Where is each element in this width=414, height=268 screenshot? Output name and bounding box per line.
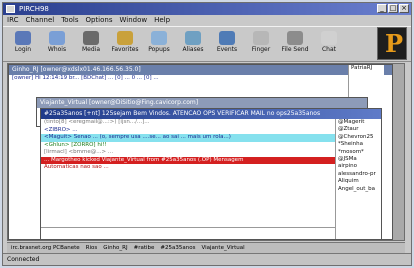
channel-title: #25a35anos [+nt] 125sejam Bem Vindos. AT… <box>41 109 381 119</box>
chat-label: Chat <box>321 46 337 53</box>
login-label: Login <box>14 46 32 53</box>
chat-line: <Maguit> Senao ... (o, sempre usa ....se… <box>41 134 335 142</box>
menu-item-window[interactable]: Window <box>119 15 147 26</box>
chat-line: Automaticas nao sao ... <box>44 164 109 170</box>
nick-list[interactable]: @Magerit @Ztaur @Chevron25 *Sheinha *mosom* @… <box>335 119 381 239</box>
brand-logo: P <box>377 27 407 60</box>
media-label: Media <box>81 46 101 53</box>
finger-label: Finger <box>251 46 271 53</box>
close-button[interactable]: × <box>399 4 409 13</box>
taskbar-tab[interactable]: Rios <box>86 243 98 253</box>
file-send-icon <box>287 31 303 45</box>
media-icon <box>83 31 99 45</box>
app-window: PIRCH98 _ □ × IRC Channel Tools Options Wind… <box>2 2 412 266</box>
window-title: PIRCH98 <box>19 5 49 13</box>
app-icon <box>6 5 15 13</box>
log-line: [owner] Hi 12:14:19 br... [BDChat] ... [… <box>12 75 159 81</box>
toolbar-button-login[interactable]: Login <box>9 29 37 61</box>
favorites-icon <box>117 31 133 45</box>
favorites-label: Favorites <box>111 46 139 53</box>
nick-item[interactable]: *mosom* <box>336 149 381 156</box>
finger-icon <box>253 31 269 45</box>
chat-input[interactable] <box>41 227 335 239</box>
status-bar: Connected <box>3 253 411 265</box>
menu-item-options[interactable]: Options <box>85 15 112 26</box>
side-list: PatriaRJ <box>348 65 384 97</box>
nick-item[interactable]: alessandro-pr <box>336 171 381 178</box>
toolbar: Login Whois Media Favorites Popups Aliases Eve… <box>3 26 411 62</box>
toolbar-button-whois[interactable]: Whois <box>43 29 71 61</box>
login-icon <box>15 31 31 45</box>
nick-item[interactable]: @Ztaur <box>336 126 381 133</box>
side-nick[interactable]: PatriaRJ <box>349 65 384 72</box>
taskbar-tab[interactable]: #25a35anos <box>160 243 195 253</box>
popups-label: Popups <box>148 46 170 53</box>
nick-item[interactable]: Aliquim <box>336 178 381 185</box>
events-icon <box>219 31 235 45</box>
file-send-label: File Send <box>281 46 309 53</box>
nick-item[interactable]: @Chevron25 <box>336 134 381 141</box>
toolbar-button-finger[interactable]: Finger <box>247 29 275 61</box>
nick-item[interactable]: @JSMa <box>336 156 381 163</box>
toolbar-button-popups[interactable]: Popups <box>145 29 173 61</box>
chat-line: <Ghlun> [ZORRO] hi!! <box>44 141 107 148</box>
minimize-button[interactable]: _ <box>377 4 387 13</box>
maximize-button[interactable]: □ <box>388 4 398 13</box>
taskbar-tab[interactable]: irc.brasnet.org PCBanete <box>11 243 80 253</box>
window-controls: _ □ × <box>377 4 409 13</box>
whois-icon <box>49 31 65 45</box>
chat-line: <ZIBRO> ... <box>44 126 78 133</box>
toolbar-button-events[interactable]: Events <box>213 29 241 61</box>
toolbar-button-favorites[interactable]: Favorites <box>111 29 139 61</box>
events-label: Events <box>216 46 238 53</box>
taskbar-tab[interactable]: Viajante_Virtual <box>201 243 244 253</box>
nick-item[interactable]: Angel_out_ba <box>336 186 381 193</box>
taskbar-tab[interactable]: #ratibe <box>134 243 155 253</box>
menu-item-channel[interactable]: Channel <box>25 15 54 26</box>
nick-item[interactable]: *Sheinha <box>336 141 381 148</box>
window-title: Viajante_Virtual [owner@DiSitio@Fing.cav… <box>37 98 367 108</box>
window-tabs: irc.brasnet.org PCBanete Rios Ginho_RJ #rat… <box>7 242 405 253</box>
aliases-icon <box>185 31 201 45</box>
aliases-label: Aliases <box>182 46 204 53</box>
menu-bar: IRC Channel Tools Options Window Help <box>3 15 411 26</box>
chat-log: (tinto[8] <eregmail@...:>) [ijsn.../...]… <box>41 119 335 227</box>
nick-item[interactable]: @Magerit <box>336 119 381 126</box>
taskbar-tab[interactable]: Ginho_RJ <box>103 243 127 253</box>
chat-line: ... Margotheo kicked Viajante_Virtual fr… <box>41 156 335 164</box>
menu-item-irc[interactable]: IRC <box>7 15 18 26</box>
toolbar-button-chat[interactable]: Chat <box>315 29 343 61</box>
whois-label: Whois <box>47 46 67 53</box>
window-title: Ginho_RJ [owner@xdslx01.46.166.56.35.0] <box>9 65 392 75</box>
chat-line: (tinto[8] <eregmail@...:>) [ijsn.../...]… <box>44 119 150 125</box>
menu-item-help[interactable]: Help <box>154 15 170 26</box>
channel-window[interactable]: #25a35anos [+nt] 125sejam Bem Vindos. AT… <box>40 108 382 240</box>
mdi-area: Ginho_RJ [owner@xdslx01.46.166.56.35.0] … <box>7 63 405 241</box>
toolbar-button-aliases[interactable]: Aliases <box>179 29 207 61</box>
title-bar: PIRCH98 _ □ × <box>3 3 411 15</box>
menu-item-tools[interactable]: Tools <box>61 15 78 26</box>
chat-icon <box>321 31 337 45</box>
popups-icon <box>151 31 167 45</box>
nick-item[interactable]: airpino <box>336 163 381 170</box>
toolbar-button-media[interactable]: Media <box>77 29 105 61</box>
chat-line: [lirmacl] <bmme@...> ... <box>44 149 114 155</box>
toolbar-button-file-send[interactable]: File Send <box>281 29 309 61</box>
